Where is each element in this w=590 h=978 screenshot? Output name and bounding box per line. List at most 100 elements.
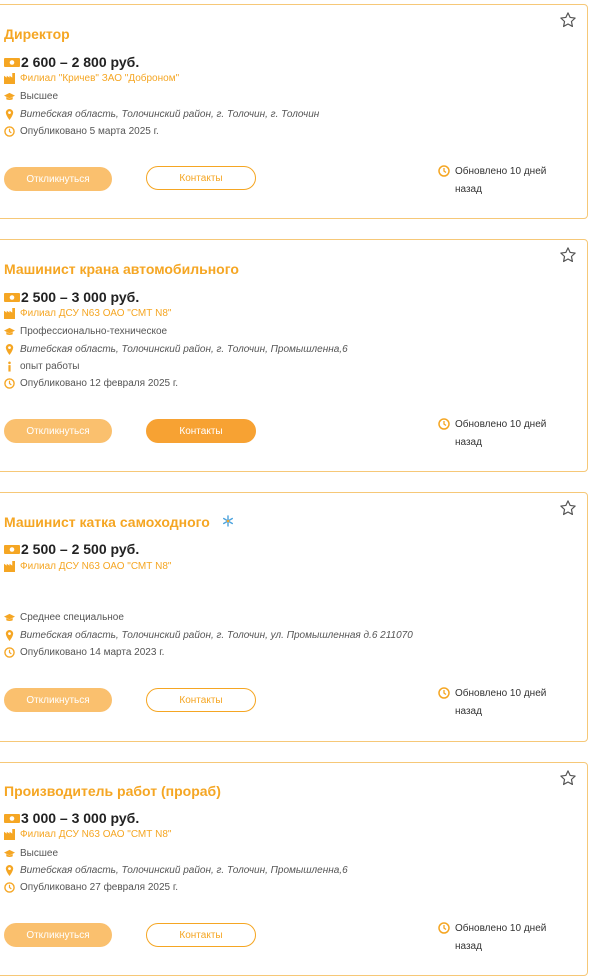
factory-icon [4,561,15,572]
job-title[interactable]: Машинист катка самоходного [4,514,234,530]
published-date: Опубликовано 12 февраля 2025 г. [20,378,179,389]
job-title[interactable]: Машинист крана автомобильного [4,261,239,277]
experience-row: опыт работы [4,361,79,372]
employer-row: Филиал ДСУ N63 ОАО "СМТ N8" [4,308,171,319]
salary-text: 2 600 – 2 800 руб. [21,54,140,70]
updated-info: Обновлено 10 дней назад [438,163,575,199]
address-text: Витебская область, Толочинский район, г.… [20,109,320,120]
money-icon [4,544,20,554]
factory-icon [4,829,15,840]
clock-icon [438,165,450,177]
money-icon [4,57,20,67]
employer-link[interactable]: Филиал ДСУ N63 ОАО "СМТ N8" [20,308,171,319]
location-pin-icon [5,109,14,120]
job-card: Машинист крана автомобильного 2 500 – 3 … [0,239,588,472]
published-row: Опубликовано 27 февраля 2025 г. [4,882,178,893]
updated-line-2: назад [455,437,482,448]
experience-text: опыт работы [20,361,80,372]
education-row: Профессионально-техническое [4,326,167,337]
updated-info: Обновлено 10 дней назад [438,416,575,452]
education-row: Высшее [4,848,58,859]
contacts-button[interactable]: Контакты [146,688,256,712]
salary-text: 3 000 – 3 000 руб. [21,810,140,826]
education-text: Высшее [20,848,59,859]
respond-button[interactable]: Откликнуться [4,923,112,947]
clock-icon [4,647,15,658]
graduation-cap-icon [4,849,15,857]
star-icon[interactable] [559,246,577,264]
employer-link[interactable]: Филиал ДСУ N63 ОАО "СМТ N8" [20,829,171,840]
clock-icon [438,922,450,934]
info-icon [8,361,11,372]
employer-row: Филиал ДСУ N63 ОАО "СМТ N8" [4,561,171,572]
updated-line-1: Обновлено 10 дней [455,166,547,177]
education-text: Высшее [20,91,59,102]
money-icon [4,292,20,302]
salary: 3 000 – 3 000 руб. [4,810,139,826]
location-pin-icon [5,344,14,355]
contacts-button[interactable]: Контакты [146,419,256,443]
salary: 2 600 – 2 800 руб. [4,54,139,70]
address-text: Витебская область, Толочинский район, г.… [20,865,348,876]
published-date: Опубликовано 27 февраля 2025 г. [20,882,179,893]
money-icon [4,813,20,823]
graduation-cap-icon [4,92,15,100]
location-pin-icon [5,865,14,876]
clock-icon [438,418,450,430]
employer-row: Филиал ДСУ N63 ОАО "СМТ N8" [4,829,171,840]
contacts-button[interactable]: Контакты [146,166,256,190]
factory-icon [4,73,15,84]
updated-line-1: Обновлено 10 дней [455,688,547,699]
education-text: Профессионально-техническое [20,326,168,337]
respond-button[interactable]: Откликнуться [4,419,112,443]
published-date: Опубликовано 5 марта 2025 г. [20,126,159,137]
address-row: Витебская область, Толочинский район, г.… [4,630,413,641]
updated-line-2: назад [455,184,482,195]
salary-text: 2 500 – 3 000 руб. [21,289,140,305]
address-row: Витебская область, Толочинский район, г.… [4,109,319,120]
education-row: Высшее [4,91,58,102]
published-row: Опубликовано 12 февраля 2025 г. [4,378,178,389]
location-pin-icon [5,630,14,641]
salary: 2 500 – 2 500 руб. [4,541,139,557]
clock-icon [438,687,450,699]
star-icon[interactable] [559,499,577,517]
graduation-cap-icon [4,327,15,335]
job-title[interactable]: Производитель работ (прораб) [4,783,221,799]
job-title-text: Машинист катка самоходного [4,514,210,530]
address-row: Витебская область, Толочинский район, г.… [4,865,348,876]
education-row: Среднее специальное [4,612,124,623]
updated-info: Обновлено 10 дней назад [438,685,575,721]
address-text: Витебская область, Толочинский район, г.… [20,344,348,355]
factory-icon [4,308,15,319]
published-row: Опубликовано 14 марта 2023 г. [4,647,164,658]
respond-button[interactable]: Откликнуться [4,688,112,712]
salary: 2 500 – 3 000 руб. [4,289,139,305]
clock-icon [4,126,15,137]
star-icon[interactable] [559,769,577,787]
employer-row: Филиал "Кричев" ЗАО "Доброном" [4,73,179,84]
updated-line-2: назад [455,706,482,717]
job-card: Директор 2 600 – 2 800 руб. Филиал "Крич… [0,4,588,219]
clock-icon [4,378,15,389]
updated-info: Обновлено 10 дней назад [438,920,575,956]
salary-text: 2 500 – 2 500 руб. [21,541,140,557]
job-card: Машинист катка самоходного 2 500 – 2 500… [0,492,588,742]
employer-link[interactable]: Филиал ДСУ N63 ОАО "СМТ N8" [20,561,171,572]
address-text: Витебская область, Толочинский район, г.… [20,630,413,641]
address-row: Витебская область, Толочинский район, г.… [4,344,348,355]
snowflake-icon [222,515,233,527]
updated-line-1: Обновлено 10 дней [455,419,547,430]
graduation-cap-icon [4,613,15,621]
employer-link[interactable]: Филиал "Кричев" ЗАО "Доброном" [20,73,179,84]
clock-icon [4,882,15,893]
star-icon[interactable] [559,11,577,29]
job-title[interactable]: Директор [4,26,70,42]
contacts-button[interactable]: Контакты [146,923,256,947]
job-card: Производитель работ (прораб) 3 000 – 3 0… [0,762,588,976]
education-text: Среднее специальное [20,612,124,623]
updated-line-1: Обновлено 10 дней [455,923,547,934]
published-date: Опубликовано 14 марта 2023 г. [20,647,165,658]
published-row: Опубликовано 5 марта 2025 г. [4,126,159,137]
respond-button[interactable]: Откликнуться [4,167,112,191]
